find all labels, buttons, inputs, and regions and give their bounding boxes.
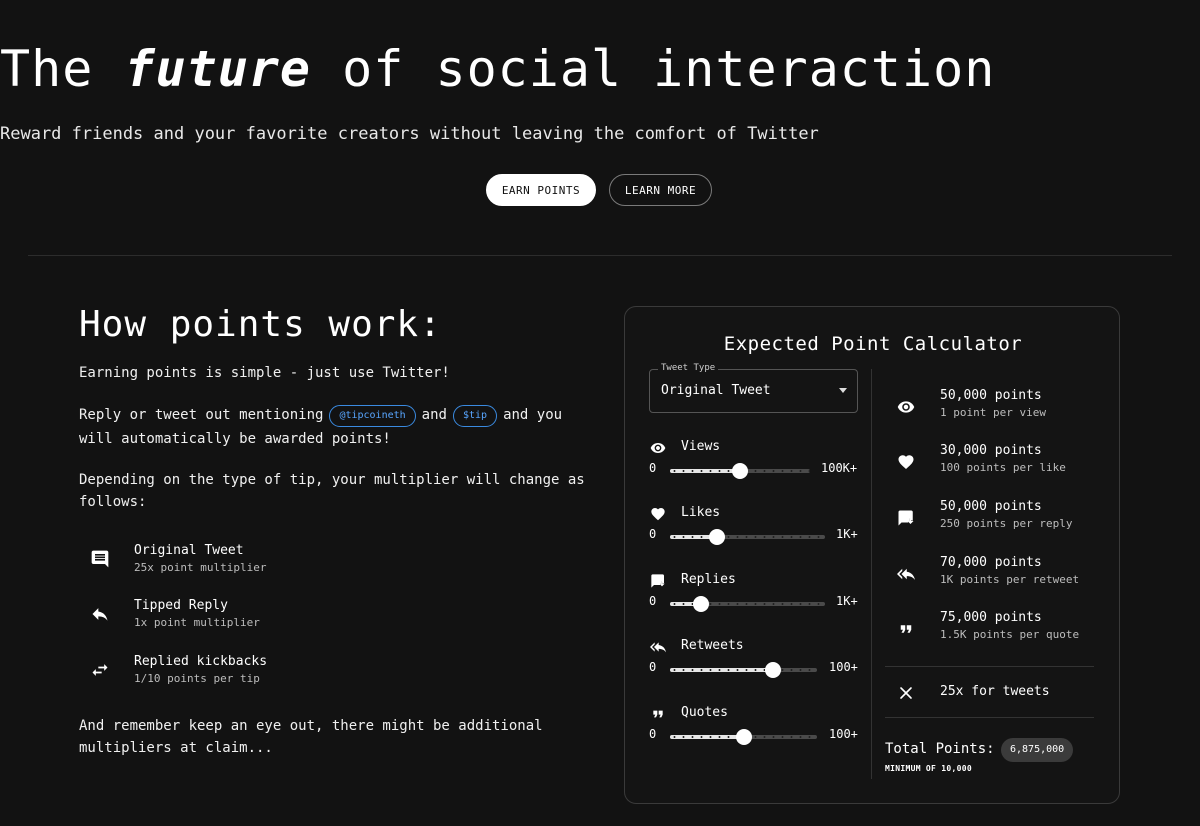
slider-label: Likes	[681, 505, 721, 520]
likes-result: 30,000 points 100 points per like	[889, 443, 1099, 483]
slider-max: 100+	[829, 727, 858, 741]
point-calculator-card: Expected Point Calculator Tweet Type Ori…	[624, 306, 1120, 804]
tweet-type-select[interactable]: Tweet Type Original Tweet	[649, 363, 858, 413]
tip-tag[interactable]: $tip	[452, 405, 498, 427]
intro-paragraph: Earning points is simple - just use Twit…	[79, 365, 450, 381]
multiplier-text: 25x for tweets	[940, 684, 1050, 699]
result-rate: 1K points per retweet	[940, 573, 1080, 586]
slider-thumb[interactable]	[693, 596, 709, 612]
replies-slider-group: Replies 0 1K+	[649, 572, 864, 622]
slider-min: 0	[649, 527, 657, 541]
mention-text-a: Reply or tweet out mentioning	[79, 407, 324, 423]
slider-max: 1K+	[836, 594, 858, 608]
result-rate: 1 point per view	[940, 406, 1046, 419]
results-divider	[885, 717, 1094, 718]
hero-subtitle: Reward friends and your favorite creator…	[0, 124, 819, 144]
heart-icon	[897, 453, 915, 471]
claim-note-paragraph: And remember keep an eye out, there migh…	[79, 718, 543, 756]
slider-max: 100K+	[821, 461, 858, 475]
calculator-title: Expected Point Calculator	[723, 333, 1023, 355]
mention-text-b: and	[421, 407, 447, 423]
multiplier-row: 25x for tweets	[889, 683, 1099, 703]
tip-type-title: Tipped Reply	[134, 598, 228, 613]
slider-label: Views	[681, 439, 721, 454]
tip-type-desc: 1x point multiplier	[134, 616, 260, 629]
tip-type-title: Original Tweet	[134, 543, 244, 558]
tipcoineth-tag[interactable]: @tipcoineth	[329, 405, 416, 427]
chevron-down-icon	[839, 388, 847, 393]
hero-title-emphasis: future	[124, 40, 312, 98]
reply-bubble-icon	[897, 509, 915, 527]
tip-type-title: Replied kickbacks	[134, 654, 268, 669]
slider-max: 1K+	[836, 527, 858, 541]
reply-bubble-icon	[650, 573, 666, 589]
total-points-badge: 6,875,000	[1001, 738, 1074, 762]
quotes-slider[interactable]	[670, 729, 817, 745]
result-points: 75,000 points	[940, 610, 1042, 625]
learn-more-button[interactable]: LEARN MORE	[609, 174, 712, 206]
quote-icon	[650, 706, 666, 722]
slider-max: 100+	[829, 660, 858, 674]
slider-min: 0	[649, 727, 657, 741]
slider-min: 0	[649, 461, 657, 475]
slider-label: Replies	[681, 572, 736, 587]
tweet-type-label: Tweet Type	[658, 363, 719, 373]
comment-icon	[90, 549, 110, 569]
slider-thumb[interactable]	[764, 662, 781, 678]
tip-type-desc: 25x point multiplier	[134, 561, 267, 574]
likes-slider[interactable]	[670, 529, 825, 545]
slider-label: Retweets	[681, 638, 744, 653]
result-points: 70,000 points	[940, 555, 1042, 570]
total-points-row: Total Points: 6,875,000 MINIMUM OF 10,00…	[885, 737, 1105, 777]
slider-min: 0	[649, 660, 657, 674]
results-divider	[885, 666, 1094, 667]
calculator-column-divider	[871, 369, 872, 779]
close-icon	[899, 686, 913, 700]
eye-icon	[650, 440, 666, 456]
result-rate: 1.5K points per quote	[940, 628, 1080, 641]
mention-paragraph: Reply or tweet out mentioning @tipcoineth…	[79, 403, 589, 451]
result-points: 50,000 points	[940, 388, 1042, 403]
views-slider-group: Views 0 100K+	[649, 439, 864, 489]
section-divider	[28, 255, 1172, 256]
hero-title-suffix: of social interaction	[342, 40, 996, 98]
replies-slider[interactable]	[670, 596, 825, 612]
heart-icon	[650, 506, 666, 522]
result-points: 30,000 points	[940, 443, 1042, 458]
quotes-result: 75,000 points 1.5K points per quote	[889, 610, 1099, 650]
how-points-work-title: How points work:	[79, 304, 442, 345]
hero-title: The future of social interaction	[0, 40, 1200, 98]
swap-icon	[90, 660, 110, 680]
retweets-slider[interactable]	[670, 662, 817, 678]
slider-label: Quotes	[681, 705, 728, 720]
views-result: 50,000 points 1 point per view	[889, 388, 1099, 428]
earn-points-button[interactable]: EARN POINTS	[486, 174, 596, 206]
quotes-slider-group: Quotes 0 100+	[649, 705, 864, 755]
reply-icon	[90, 604, 110, 624]
tweet-type-value: Original Tweet	[661, 383, 771, 398]
quote-icon	[897, 620, 915, 638]
retweets-result: 70,000 points 1K points per retweet	[889, 555, 1099, 595]
retweets-slider-group: Retweets 0 100+	[649, 638, 864, 688]
result-rate: 100 points per like	[940, 461, 1066, 474]
hero-title-prefix: The	[0, 40, 94, 98]
tip-type-desc: 1/10 points per tip	[134, 672, 260, 685]
result-rate: 250 points per reply	[940, 517, 1073, 530]
slider-thumb[interactable]	[708, 529, 725, 545]
eye-icon	[897, 398, 915, 416]
result-points: 50,000 points	[940, 499, 1042, 514]
likes-slider-group: Likes 0 1K+	[649, 505, 864, 555]
total-points-label: Total Points:	[885, 741, 995, 757]
slider-thumb[interactable]	[735, 729, 752, 745]
replies-result: 50,000 points 250 points per reply	[889, 499, 1099, 539]
slider-thumb[interactable]	[732, 463, 748, 479]
multiplier-paragraph: Depending on the type of tip, your multi…	[79, 472, 585, 510]
minimum-note: MINIMUM OF 10,000	[885, 764, 972, 773]
retweet-icon	[897, 565, 915, 583]
slider-min: 0	[649, 594, 657, 608]
views-slider[interactable]	[670, 463, 810, 479]
retweet-icon	[650, 639, 666, 655]
